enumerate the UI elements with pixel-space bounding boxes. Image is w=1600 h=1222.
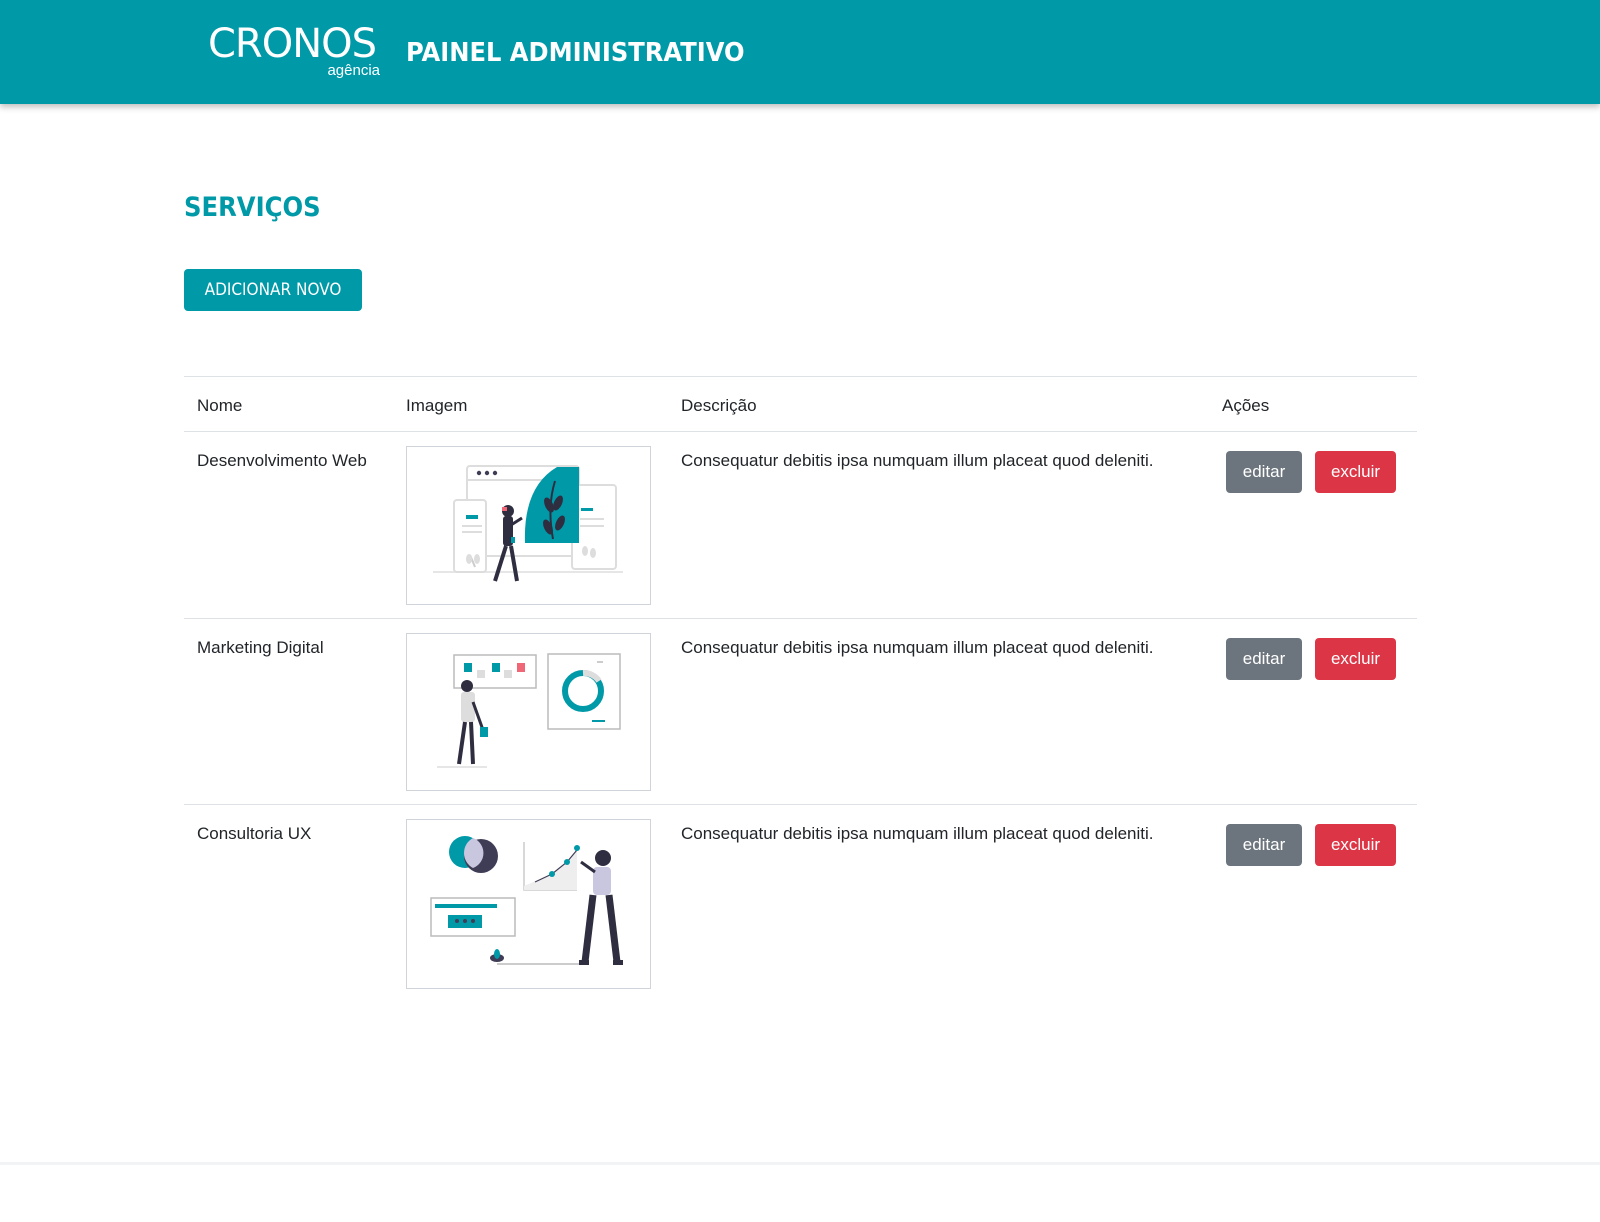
column-header-description: Descrição: [681, 396, 757, 415]
footer-divider: [0, 1162, 1600, 1165]
delete-button[interactable]: excluir: [1315, 824, 1396, 866]
delete-button[interactable]: excluir: [1315, 451, 1396, 493]
top-bar: CRONOS agência PAINEL ADMINISTRATIVO: [0, 0, 1600, 104]
web-development-illustration-icon: [406, 446, 651, 605]
logo-text: CRONOS: [208, 21, 377, 67]
table-row: Consultoria UX Consequatur debitis ipsa …: [184, 805, 1417, 991]
service-name: Consultoria UX: [197, 824, 312, 843]
services-table: Nome Imagem Descrição Ações Desenvolvime…: [184, 376, 1417, 991]
table-header: Nome Imagem Descrição Ações: [184, 377, 1417, 432]
edit-button[interactable]: editar: [1226, 824, 1302, 866]
add-new-button[interactable]: ADICIONAR NOVO: [184, 269, 362, 311]
service-description: Consequatur debitis ipsa numquam illum p…: [681, 451, 1154, 470]
table-row: Desenvolvimento Web Consequatur debitis …: [184, 432, 1417, 619]
page-title: SERVIÇOS: [184, 192, 321, 223]
service-description: Consequatur debitis ipsa numquam illum p…: [681, 638, 1154, 657]
edit-button[interactable]: editar: [1226, 451, 1302, 493]
column-header-name: Nome: [197, 396, 243, 415]
service-name: Marketing Digital: [197, 638, 324, 657]
panel-title: PAINEL ADMINISTRATIVO: [406, 38, 745, 68]
ux-consulting-illustration-icon: [406, 819, 651, 989]
table-row: Marketing Digital Consequatur debitis ip…: [184, 619, 1417, 805]
cronos-logo[interactable]: CRONOS agência: [208, 22, 382, 82]
edit-button[interactable]: editar: [1226, 638, 1302, 680]
column-header-actions: Ações: [1222, 396, 1270, 415]
logo-subtext: agência: [327, 62, 380, 79]
add-new-button-label: ADICIONAR NOVO: [204, 280, 342, 300]
digital-marketing-illustration-icon: [406, 633, 651, 791]
service-description: Consequatur debitis ipsa numquam illum p…: [681, 824, 1154, 843]
service-name: Desenvolvimento Web: [197, 451, 367, 470]
column-header-image: Imagem: [406, 396, 468, 415]
delete-button[interactable]: excluir: [1315, 638, 1396, 680]
